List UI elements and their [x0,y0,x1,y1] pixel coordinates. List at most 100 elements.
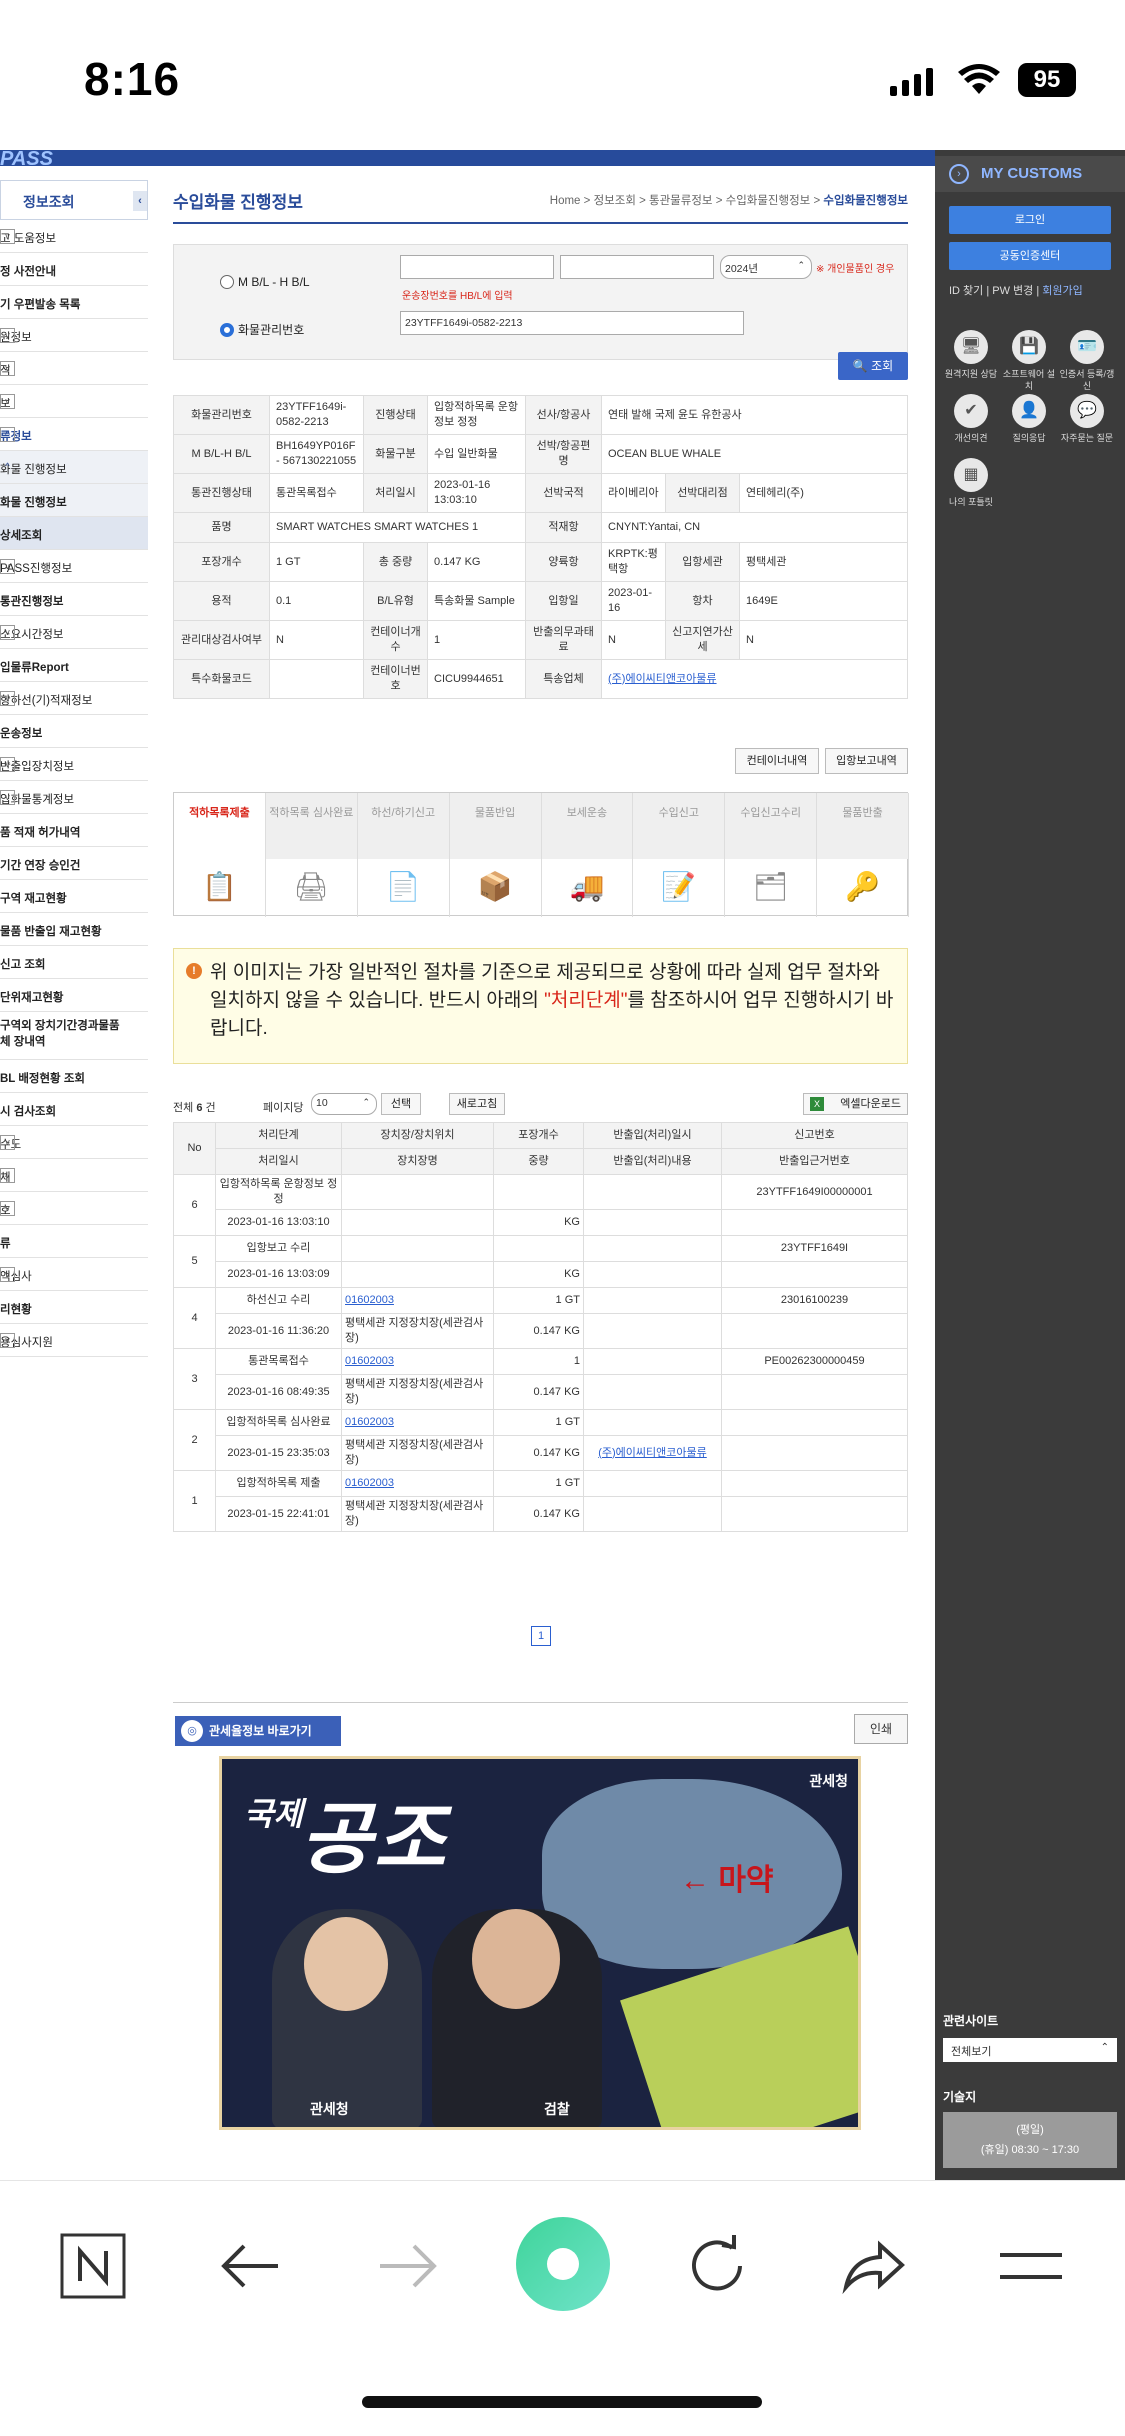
quick-icon-item[interactable]: 🖥 원격지원 상담 [943,330,999,380]
io-desc-link[interactable]: (주)에이씨티앤코아물류 [598,1447,707,1459]
pagination-page[interactable]: 1 [531,1626,551,1646]
nav-item[interactable]: 반출입장치정보 v [0,748,148,781]
chevron-down-icon[interactable]: v [0,757,15,772]
year-select[interactable]: 2024년 ⌃ [720,255,812,279]
share-button[interactable] [838,2231,908,2301]
nav-item[interactable]: 품 적재 허가내역 [0,814,148,847]
location-link[interactable]: 01602003 [345,1477,394,1489]
nav-item[interactable]: 신고 조회 [0,946,148,979]
site-logo[interactable]: PASS [0,150,53,171]
pw-change-link[interactable]: PW 변경 [992,285,1033,297]
cert-center-button[interactable]: 공동인증센터 [949,242,1111,270]
collapse-icon[interactable]: ‹ [133,191,147,211]
chevron-down-icon[interactable]: v [0,691,15,706]
arrival-report-button[interactable]: 입항보고내역 [825,748,908,774]
chevron-up-icon[interactable]: ^ [0,460,15,475]
nav-item[interactable]: 시 검사조회 [0,1093,148,1126]
location-link[interactable]: 01602003 [345,1416,394,1428]
print-button[interactable]: 인쇄 [854,1714,908,1744]
breadcrumb-home[interactable]: Home [550,195,581,207]
arrow-left-circle-icon[interactable]: › [949,164,969,184]
nav-item[interactable]: 적v [0,352,148,385]
reload-button[interactable] [682,2231,752,2301]
chevron-down-icon[interactable]: v [0,229,15,244]
nav-item[interactable]: 단위재고현황 [0,979,148,1012]
back-button[interactable] [216,2231,286,2301]
nav-item[interactable]: 원정보 v [0,319,148,352]
nav-item[interactable]: 기 우편발송 목록 [0,286,148,319]
nav-item[interactable]: 운송정보 [0,715,148,748]
nav-item[interactable]: 화물 진행정보 [0,484,148,517]
mbl-input[interactable] [400,255,554,279]
nav-item[interactable]: 리현황 [0,1291,148,1324]
related-sites-select[interactable]: 전체보기 ⌃ [943,2038,1117,2062]
select-button[interactable]: 선택 [381,1093,421,1115]
chevron-up-icon[interactable]: ^ [0,427,15,442]
chevron-down-icon[interactable]: v [0,1168,15,1183]
breadcrumb-item[interactable]: 정보조회 [594,195,636,207]
nav-item[interactable]: 수도 v [0,1126,148,1159]
chevron-down-icon[interactable]: v [0,328,15,343]
forward-button[interactable] [372,2231,442,2301]
chevron-down-icon[interactable]: v [0,361,15,376]
nav-item[interactable]: 류정보 ^ [0,418,148,451]
nav-item[interactable]: 통관진행정보 [0,583,148,616]
id-find-link[interactable]: ID 찾기 [949,285,983,297]
nav-item[interactable]: 구역 재고현황 [0,880,148,913]
nav-item[interactable]: 용심사지원 v [0,1324,148,1357]
nav-item[interactable]: 입물류Report [0,649,148,682]
location-link[interactable]: 01602003 [345,1294,394,1306]
quick-icon-item[interactable]: 👤 질의응답 [1001,394,1057,444]
quick-icon-item[interactable]: 💬 자주묻는 질문 [1059,394,1115,444]
cargo-no-input[interactable]: 23YTFF1649i-0582-2213 [400,311,744,335]
promo-banner[interactable]: 국제 공조 관세청 ← 마약 관세청 검찰 [219,1756,861,2130]
nav-item[interactable]: BL 배정현황 조회 [0,1060,148,1093]
quick-icon-item[interactable]: 💾 소프트웨어 설치 [1001,330,1057,392]
nav-item[interactable]: 체v [0,1159,148,1192]
nav-item[interactable]: 소요시간정보 v [0,616,148,649]
radio-mbl-hbl[interactable]: M B/L - H B/L [220,275,310,289]
chevron-down-icon[interactable]: v [0,790,15,805]
naver-home-button[interactable] [58,2231,128,2301]
courier-link[interactable]: (주)에이씨티앤코아물류 [608,673,717,685]
search-button[interactable]: 🔍 조회 [838,352,908,380]
nav-item[interactable]: PASS진행정보 v [0,550,148,583]
excel-download-button[interactable]: X 엑셀다운로드 [803,1093,908,1115]
nav-item[interactable]: 기간 연장 승인건 [0,847,148,880]
chevron-down-icon[interactable]: v [0,559,15,574]
nav-item[interactable]: 항하선(기)적재정보 v [0,682,148,715]
nav-item[interactable]: 물품 반출입 재고현황 [0,913,148,946]
container-list-button[interactable]: 컨테이너내역 [735,748,819,774]
radio-cargo-no[interactable]: 화물관리번호 [220,321,304,338]
green-dot-button[interactable] [516,2217,610,2311]
nav-item[interactable]: 구역외 장치기간경과물품 체 장내역 [0,1012,148,1060]
hbl-input[interactable] [560,255,714,279]
chevron-down-icon[interactable]: v [0,625,15,640]
breadcrumb-item[interactable]: 수입화물진행정보 [726,195,811,207]
login-button[interactable]: 로그인 [949,206,1111,234]
chevron-down-icon[interactable]: v [0,394,15,409]
nav-item[interactable]: 상세조회 [0,517,148,550]
breadcrumb-item[interactable]: 통관물류정보 [649,195,712,207]
chevron-down-icon[interactable]: v [0,1201,15,1216]
radio-icon[interactable] [220,275,234,289]
quick-icon-item[interactable]: ✔ 개선의견 [943,394,999,444]
nav-item[interactable]: 보v [0,385,148,418]
nav-item[interactable]: 화물 진행정보 ^ [0,451,148,484]
nav-item[interactable]: 액심사 v [0,1258,148,1291]
radio-selected-icon[interactable] [220,323,234,337]
nav-item[interactable]: 입화물통계정보 v [0,781,148,814]
nav-item[interactable]: 류 [0,1225,148,1258]
join-link[interactable]: 회원가입 [1042,285,1082,297]
nav-item[interactable]: 호v [0,1192,148,1225]
refresh-button[interactable]: 새로고침 [449,1093,505,1115]
location-link[interactable]: 01602003 [345,1355,394,1367]
chevron-down-icon[interactable]: v [0,1135,15,1150]
chevron-down-icon[interactable]: v [0,1333,15,1348]
quick-icon-item[interactable]: 🪪 인증서 등록/갱신 [1059,330,1115,392]
per-page-select[interactable]: 10 ⌃ [311,1093,377,1115]
nav-item[interactable]: 정 사전안내 [0,253,148,286]
customs-law-button[interactable]: ◎ 관세율정보 바로가기 [175,1716,341,1746]
menu-button[interactable] [996,2231,1066,2301]
quick-icon-item[interactable]: ▦ 나의 포틀릿 [943,458,999,508]
